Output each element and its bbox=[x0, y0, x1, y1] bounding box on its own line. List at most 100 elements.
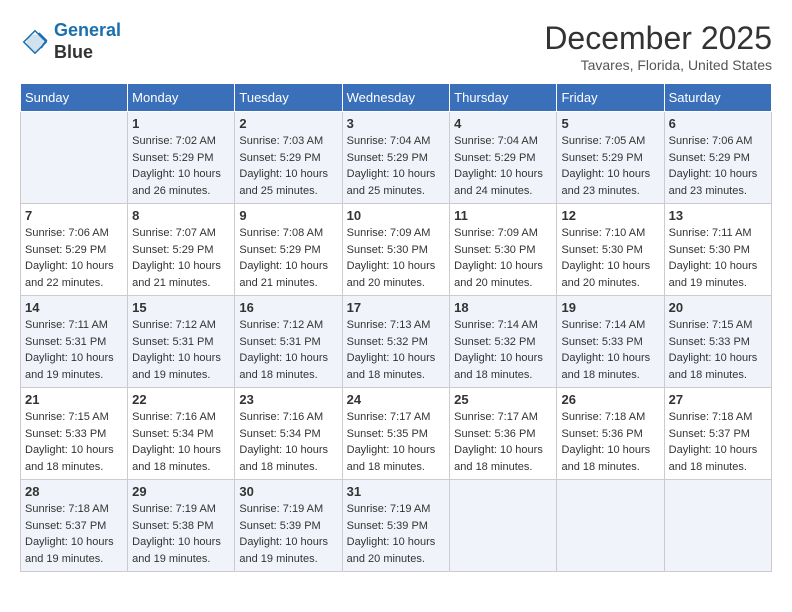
calendar-cell: 31 Sunrise: 7:19 AM Sunset: 5:39 PM Dayl… bbox=[342, 480, 450, 572]
daylight-text: Daylight: 10 hours and 18 minutes. bbox=[347, 352, 436, 381]
day-number: 21 bbox=[25, 392, 123, 407]
day-info: Sunrise: 7:18 AM Sunset: 5:37 PM Dayligh… bbox=[25, 501, 123, 567]
sunrise-text: Sunrise: 7:19 AM bbox=[239, 503, 323, 515]
sunset-text: Sunset: 5:31 PM bbox=[239, 336, 320, 348]
month-title: December 2025 bbox=[544, 20, 772, 57]
day-number: 22 bbox=[132, 392, 230, 407]
header-wednesday: Wednesday bbox=[342, 84, 450, 112]
day-number: 4 bbox=[454, 116, 552, 131]
day-number: 23 bbox=[239, 392, 337, 407]
day-info: Sunrise: 7:09 AM Sunset: 5:30 PM Dayligh… bbox=[347, 225, 446, 291]
daylight-text: Daylight: 10 hours and 21 minutes. bbox=[239, 260, 328, 289]
sunrise-text: Sunrise: 7:12 AM bbox=[239, 319, 323, 331]
day-number: 13 bbox=[669, 208, 767, 223]
day-info: Sunrise: 7:08 AM Sunset: 5:29 PM Dayligh… bbox=[239, 225, 337, 291]
sunset-text: Sunset: 5:30 PM bbox=[454, 244, 535, 256]
day-number: 24 bbox=[347, 392, 446, 407]
day-info: Sunrise: 7:17 AM Sunset: 5:35 PM Dayligh… bbox=[347, 409, 446, 475]
sunrise-text: Sunrise: 7:05 AM bbox=[561, 135, 645, 147]
sunset-text: Sunset: 5:30 PM bbox=[347, 244, 428, 256]
calendar-cell bbox=[21, 112, 128, 204]
sunrise-text: Sunrise: 7:02 AM bbox=[132, 135, 216, 147]
sunrise-text: Sunrise: 7:15 AM bbox=[25, 411, 109, 423]
day-number: 2 bbox=[239, 116, 337, 131]
sunset-text: Sunset: 5:29 PM bbox=[25, 244, 106, 256]
calendar-cell: 22 Sunrise: 7:16 AM Sunset: 5:34 PM Dayl… bbox=[128, 388, 235, 480]
sunrise-text: Sunrise: 7:04 AM bbox=[454, 135, 538, 147]
daylight-text: Daylight: 10 hours and 19 minutes. bbox=[239, 536, 328, 565]
calendar-table: SundayMondayTuesdayWednesdayThursdayFrid… bbox=[20, 83, 772, 572]
day-info: Sunrise: 7:06 AM Sunset: 5:29 PM Dayligh… bbox=[669, 133, 767, 199]
daylight-text: Daylight: 10 hours and 18 minutes. bbox=[454, 444, 543, 473]
day-info: Sunrise: 7:19 AM Sunset: 5:38 PM Dayligh… bbox=[132, 501, 230, 567]
calendar-cell: 17 Sunrise: 7:13 AM Sunset: 5:32 PM Dayl… bbox=[342, 296, 450, 388]
sunset-text: Sunset: 5:31 PM bbox=[132, 336, 213, 348]
sunset-text: Sunset: 5:39 PM bbox=[347, 520, 428, 532]
calendar-cell: 19 Sunrise: 7:14 AM Sunset: 5:33 PM Dayl… bbox=[557, 296, 664, 388]
day-number: 8 bbox=[132, 208, 230, 223]
sunrise-text: Sunrise: 7:17 AM bbox=[454, 411, 538, 423]
calendar-cell: 29 Sunrise: 7:19 AM Sunset: 5:38 PM Dayl… bbox=[128, 480, 235, 572]
sunset-text: Sunset: 5:29 PM bbox=[132, 152, 213, 164]
daylight-text: Daylight: 10 hours and 18 minutes. bbox=[561, 444, 650, 473]
sunset-text: Sunset: 5:29 PM bbox=[347, 152, 428, 164]
day-info: Sunrise: 7:14 AM Sunset: 5:32 PM Dayligh… bbox=[454, 317, 552, 383]
day-info: Sunrise: 7:18 AM Sunset: 5:37 PM Dayligh… bbox=[669, 409, 767, 475]
sunrise-text: Sunrise: 7:06 AM bbox=[669, 135, 753, 147]
calendar-week-3: 21 Sunrise: 7:15 AM Sunset: 5:33 PM Dayl… bbox=[21, 388, 772, 480]
sunset-text: Sunset: 5:34 PM bbox=[132, 428, 213, 440]
daylight-text: Daylight: 10 hours and 18 minutes. bbox=[347, 444, 436, 473]
sunset-text: Sunset: 5:29 PM bbox=[561, 152, 642, 164]
day-info: Sunrise: 7:10 AM Sunset: 5:30 PM Dayligh… bbox=[561, 225, 659, 291]
sunset-text: Sunset: 5:29 PM bbox=[239, 152, 320, 164]
calendar-cell: 15 Sunrise: 7:12 AM Sunset: 5:31 PM Dayl… bbox=[128, 296, 235, 388]
daylight-text: Daylight: 10 hours and 18 minutes. bbox=[132, 444, 221, 473]
day-info: Sunrise: 7:02 AM Sunset: 5:29 PM Dayligh… bbox=[132, 133, 230, 199]
day-info: Sunrise: 7:12 AM Sunset: 5:31 PM Dayligh… bbox=[239, 317, 337, 383]
calendar-cell bbox=[557, 480, 664, 572]
day-info: Sunrise: 7:05 AM Sunset: 5:29 PM Dayligh… bbox=[561, 133, 659, 199]
day-number: 11 bbox=[454, 208, 552, 223]
day-number: 25 bbox=[454, 392, 552, 407]
day-info: Sunrise: 7:15 AM Sunset: 5:33 PM Dayligh… bbox=[25, 409, 123, 475]
day-info: Sunrise: 7:13 AM Sunset: 5:32 PM Dayligh… bbox=[347, 317, 446, 383]
calendar-cell: 13 Sunrise: 7:11 AM Sunset: 5:30 PM Dayl… bbox=[664, 204, 771, 296]
day-info: Sunrise: 7:11 AM Sunset: 5:30 PM Dayligh… bbox=[669, 225, 767, 291]
calendar-cell: 8 Sunrise: 7:07 AM Sunset: 5:29 PM Dayli… bbox=[128, 204, 235, 296]
calendar-cell: 9 Sunrise: 7:08 AM Sunset: 5:29 PM Dayli… bbox=[235, 204, 342, 296]
day-number: 27 bbox=[669, 392, 767, 407]
header-tuesday: Tuesday bbox=[235, 84, 342, 112]
location: Tavares, Florida, United States bbox=[544, 57, 772, 73]
calendar-week-2: 14 Sunrise: 7:11 AM Sunset: 5:31 PM Dayl… bbox=[21, 296, 772, 388]
daylight-text: Daylight: 10 hours and 23 minutes. bbox=[561, 168, 650, 197]
day-number: 10 bbox=[347, 208, 446, 223]
sunrise-text: Sunrise: 7:11 AM bbox=[669, 227, 752, 239]
day-info: Sunrise: 7:07 AM Sunset: 5:29 PM Dayligh… bbox=[132, 225, 230, 291]
sunset-text: Sunset: 5:33 PM bbox=[561, 336, 642, 348]
sunrise-text: Sunrise: 7:10 AM bbox=[561, 227, 645, 239]
day-info: Sunrise: 7:17 AM Sunset: 5:36 PM Dayligh… bbox=[454, 409, 552, 475]
calendar-cell: 26 Sunrise: 7:18 AM Sunset: 5:36 PM Dayl… bbox=[557, 388, 664, 480]
sunrise-text: Sunrise: 7:13 AM bbox=[347, 319, 431, 331]
calendar-cell: 3 Sunrise: 7:04 AM Sunset: 5:29 PM Dayli… bbox=[342, 112, 450, 204]
sunset-text: Sunset: 5:33 PM bbox=[669, 336, 750, 348]
day-number: 3 bbox=[347, 116, 446, 131]
header-monday: Monday bbox=[128, 84, 235, 112]
sunrise-text: Sunrise: 7:14 AM bbox=[561, 319, 645, 331]
sunrise-text: Sunrise: 7:18 AM bbox=[669, 411, 753, 423]
day-number: 7 bbox=[25, 208, 123, 223]
sunset-text: Sunset: 5:29 PM bbox=[669, 152, 750, 164]
day-info: Sunrise: 7:19 AM Sunset: 5:39 PM Dayligh… bbox=[347, 501, 446, 567]
sunrise-text: Sunrise: 7:08 AM bbox=[239, 227, 323, 239]
daylight-text: Daylight: 10 hours and 21 minutes. bbox=[132, 260, 221, 289]
logo: General Blue bbox=[20, 20, 121, 63]
sunrise-text: Sunrise: 7:14 AM bbox=[454, 319, 538, 331]
day-number: 19 bbox=[561, 300, 659, 315]
calendar-cell: 28 Sunrise: 7:18 AM Sunset: 5:37 PM Dayl… bbox=[21, 480, 128, 572]
daylight-text: Daylight: 10 hours and 18 minutes. bbox=[25, 444, 114, 473]
calendar-cell: 25 Sunrise: 7:17 AM Sunset: 5:36 PM Dayl… bbox=[450, 388, 557, 480]
sunrise-text: Sunrise: 7:16 AM bbox=[132, 411, 216, 423]
day-number: 28 bbox=[25, 484, 123, 499]
sunset-text: Sunset: 5:29 PM bbox=[454, 152, 535, 164]
day-number: 31 bbox=[347, 484, 446, 499]
